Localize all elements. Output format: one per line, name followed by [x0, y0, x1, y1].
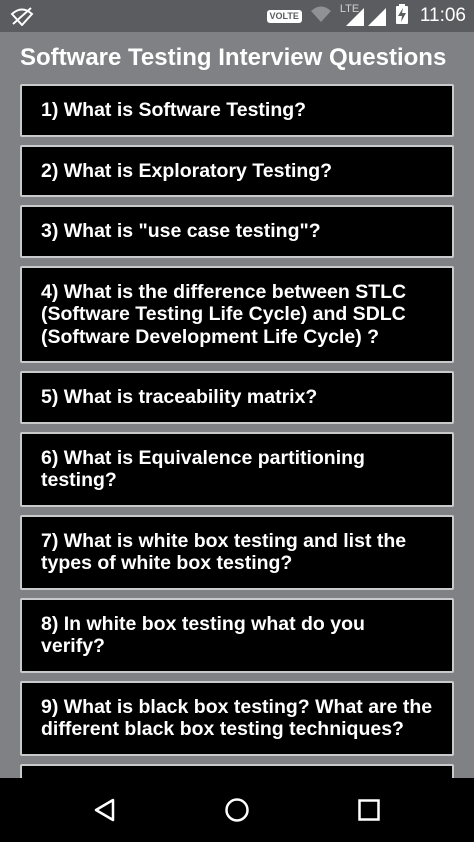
question-item-8[interactable]: 8) In white box testing what do you veri… — [20, 597, 454, 673]
question-item-4[interactable]: 4) What is the difference between STLC (… — [20, 265, 454, 363]
question-item-2[interactable]: 2) What is Exploratory Testing? — [20, 144, 454, 197]
navigation-bar — [0, 778, 474, 842]
question-item-7[interactable]: 7) What is white box testing and list th… — [20, 514, 454, 590]
question-item-5[interactable]: 5) What is traceability matrix? — [20, 371, 454, 424]
back-icon[interactable] — [89, 794, 121, 826]
wifi-off-icon — [10, 6, 34, 27]
volte-badge: VOLTE — [266, 9, 302, 23]
question-list[interactable]: 1) What is Software Testing? 2) What is … — [20, 84, 454, 794]
question-item-9[interactable]: 9) What is black box testing? What are t… — [20, 680, 454, 756]
question-item-3[interactable]: 3) What is "use case testing"? — [20, 205, 454, 258]
question-item-1[interactable]: 1) What is Software Testing? — [20, 84, 454, 137]
status-icons: VOLTE LTE 11:06 — [266, 0, 466, 32]
home-icon[interactable] — [221, 794, 253, 826]
status-time: 11:06 — [419, 5, 466, 26]
wifi-icon — [310, 5, 332, 28]
recents-icon[interactable] — [353, 794, 385, 826]
status-bar: VOLTE LTE 11:06 — [0, 0, 474, 32]
signal-icon: LTE — [340, 3, 388, 28]
page-title: Software Testing Interview Questions — [20, 44, 447, 71]
question-item-6[interactable]: 6) What is Equivalence partitioning test… — [20, 431, 454, 507]
battery-charging-icon — [395, 3, 408, 29]
